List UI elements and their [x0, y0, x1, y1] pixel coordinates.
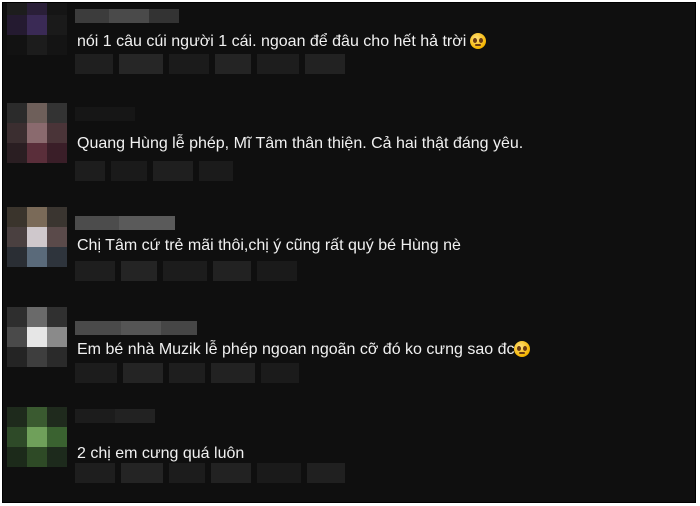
comment-text: Quang Hùng lễ phép, Mĩ Tâm thân thiện. C…: [77, 135, 524, 152]
comment-item: Chị Tâm cứ trẻ mãi thôi,chị ý cũng rất q…: [3, 203, 695, 303]
pleading-face-icon: [514, 341, 531, 357]
comment-item: Em bé nhà Muzik lễ phép ngoan ngoãn cỡ đ…: [3, 303, 695, 403]
avatar[interactable]: [7, 103, 67, 163]
author-name[interactable]: [75, 216, 175, 230]
avatar[interactable]: [7, 3, 67, 55]
comments-panel: nói 1 câu cúi người 1 cái. ngoan để đâu …: [2, 2, 696, 503]
comment-actions: [75, 54, 345, 74]
comment-item: 2 chị em cưng quá luôn: [3, 403, 695, 502]
comment-item: nói 1 câu cúi người 1 cái. ngoan để đâu …: [3, 3, 695, 103]
comment-text: nói 1 câu cúi người 1 cái. ngoan để đâu …: [77, 32, 487, 52]
avatar[interactable]: [7, 307, 67, 367]
comment-text: 2 chị em cưng quá luôn: [77, 445, 245, 462]
author-name[interactable]: [75, 321, 197, 335]
comment-actions: [75, 463, 345, 483]
pleading-face-icon: [470, 33, 487, 49]
comment-item: Quang Hùng lễ phép, Mĩ Tâm thân thiện. C…: [3, 103, 695, 203]
comment-actions: [75, 363, 299, 383]
author-name[interactable]: [75, 9, 179, 23]
comment-text: Chị Tâm cứ trẻ mãi thôi,chị ý cũng rất q…: [77, 237, 461, 254]
author-name[interactable]: [75, 409, 155, 423]
comment-text: Em bé nhà Muzik lễ phép ngoan ngoãn cỡ đ…: [77, 340, 531, 360]
avatar[interactable]: [7, 207, 67, 267]
avatar[interactable]: [7, 407, 67, 467]
comment-actions: [75, 161, 233, 181]
author-name[interactable]: [75, 107, 135, 121]
comment-actions: [75, 261, 297, 281]
